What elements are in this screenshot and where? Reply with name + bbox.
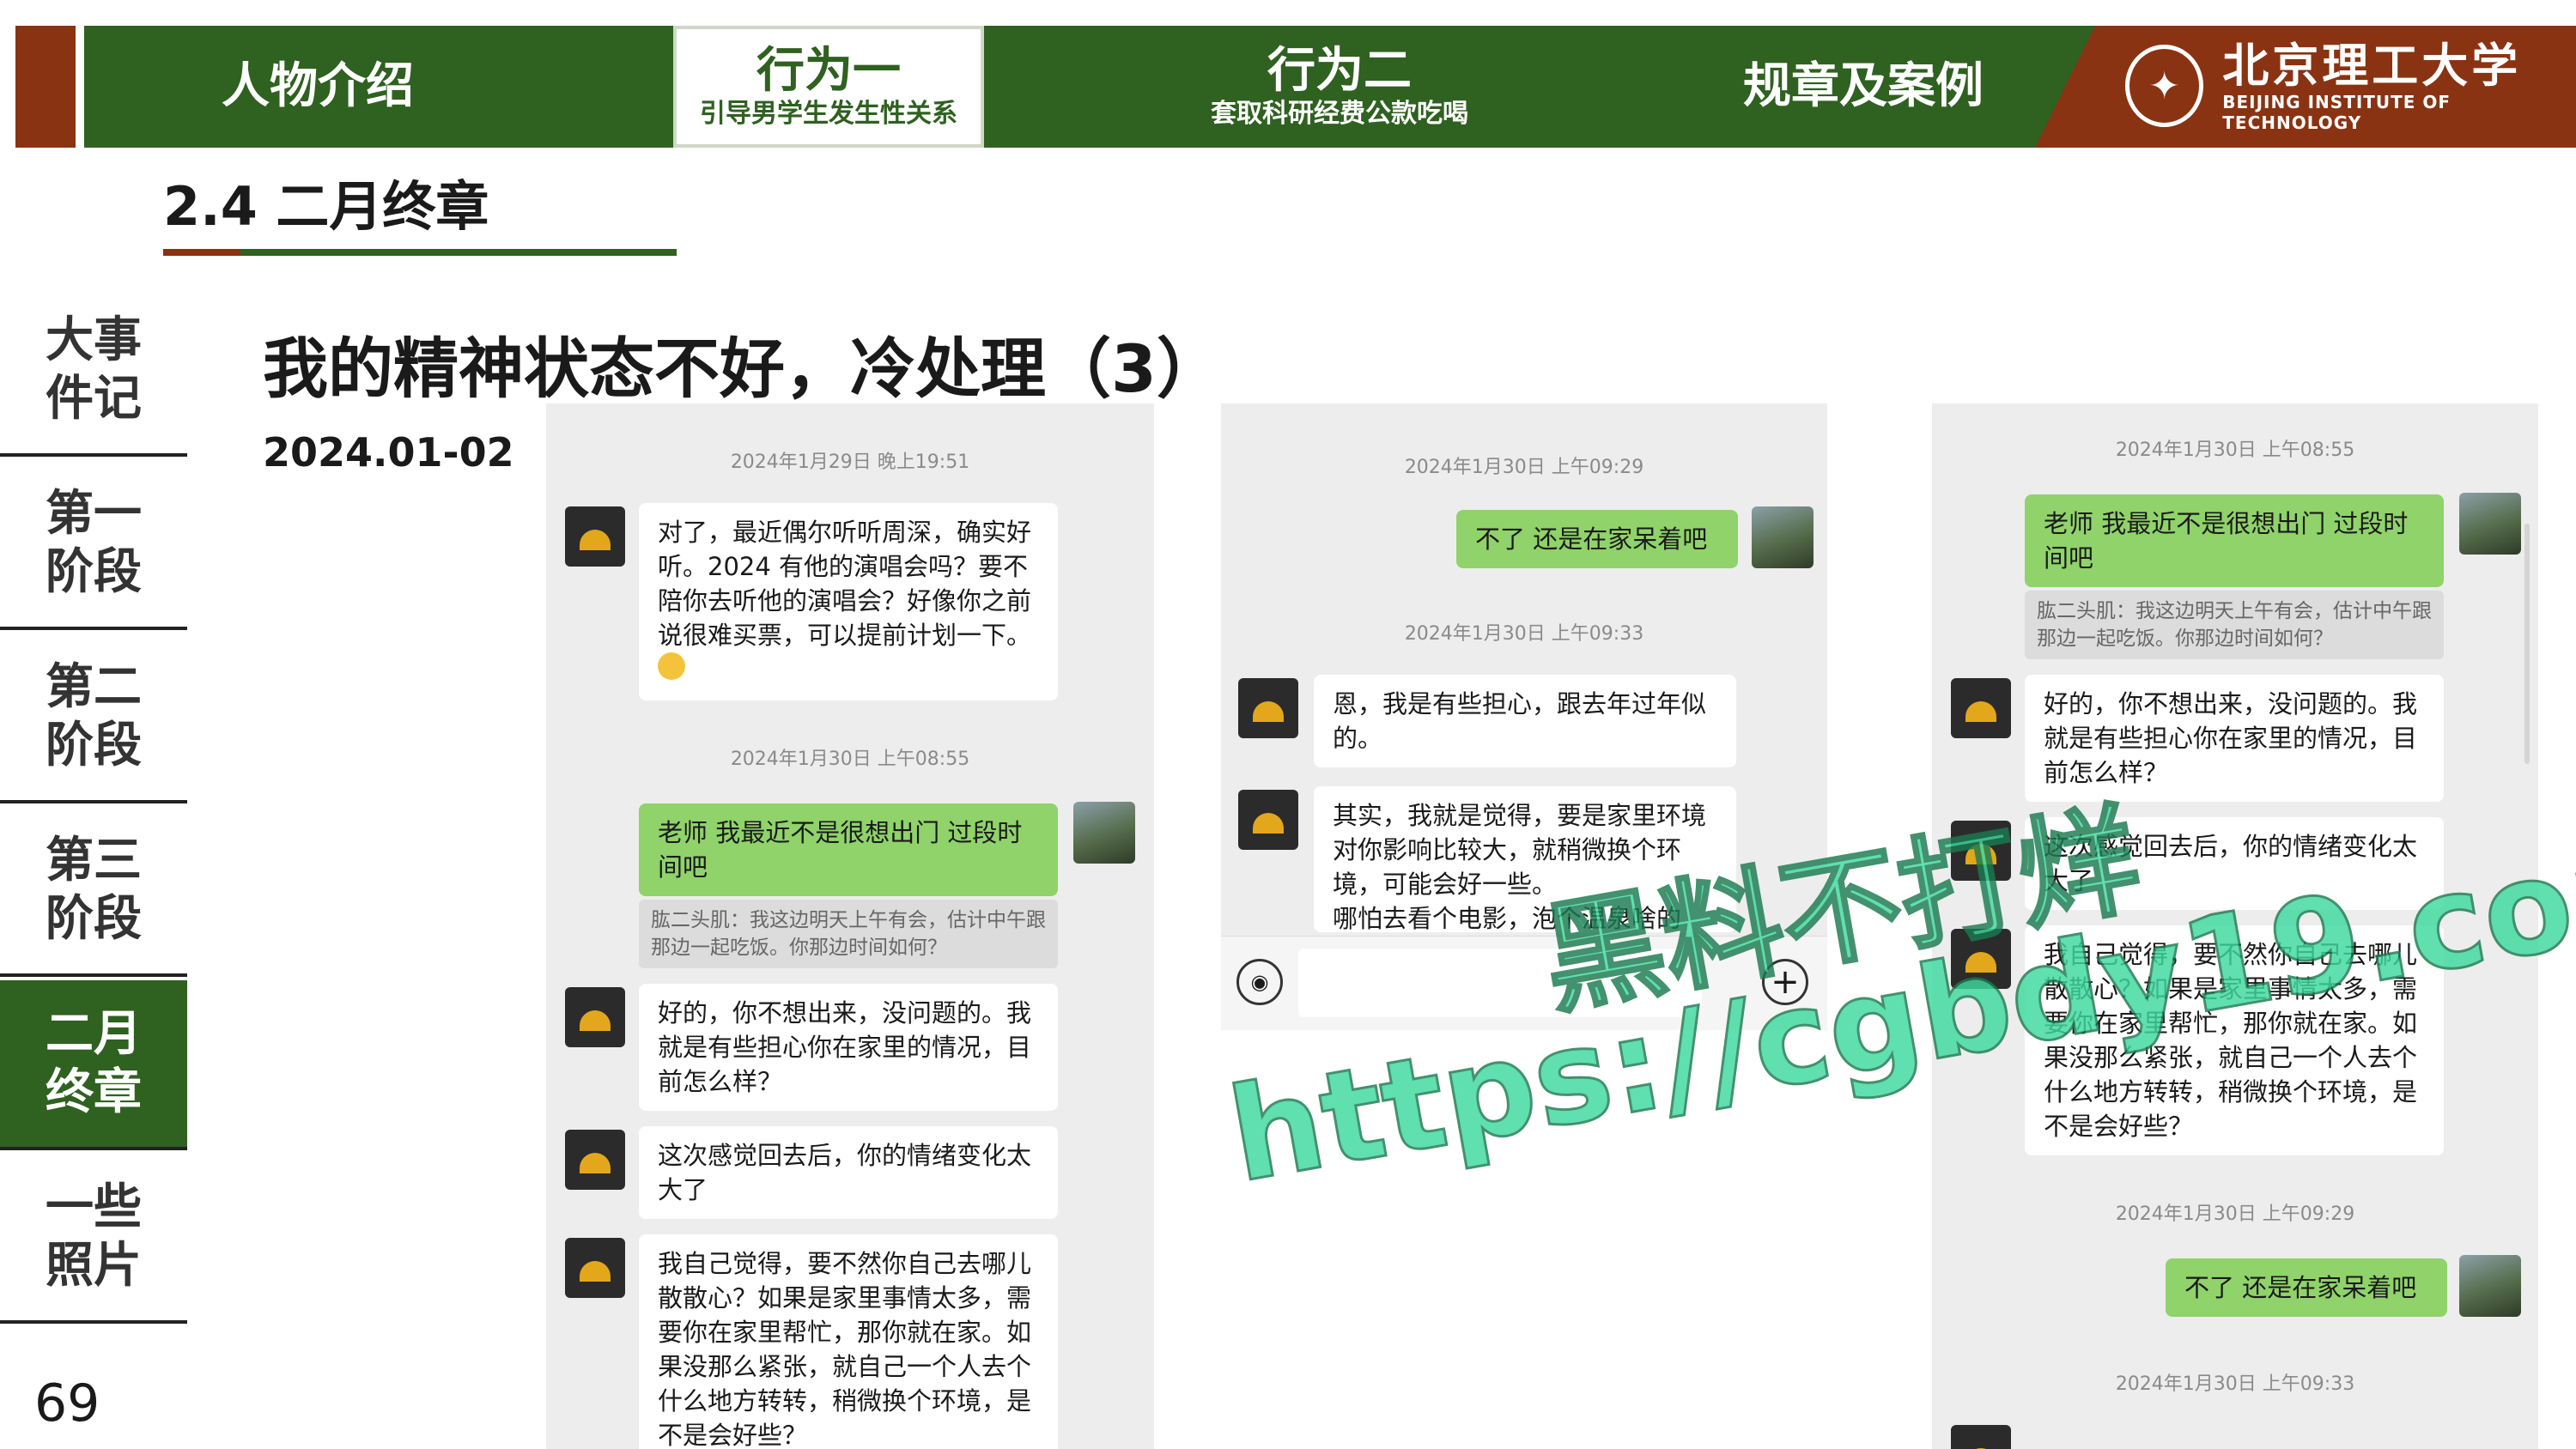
- nav-tab-label: 人物介绍: [222, 58, 414, 114]
- chat-timestamp: 2024年1月30日 上午09:29: [2115, 1203, 2355, 1225]
- sidebar-item-timeline[interactable]: 大事 件记: [0, 287, 187, 457]
- contact-avatar: [565, 506, 625, 567]
- nav-tab-label: 行为二: [1267, 43, 1412, 99]
- chat-timestamp: 2024年1月30日 上午09:29: [1404, 457, 1644, 478]
- sidebar-item-photos[interactable]: 一些 照片: [0, 1154, 187, 1324]
- nav-tab-sublabel: 引导男学生发生性关系: [700, 99, 957, 129]
- user-avatar: [2459, 1255, 2521, 1317]
- section-underline-accent: [163, 249, 240, 256]
- chat-message-outgoing: 不了 还是在家呆着吧: [2166, 1258, 2447, 1317]
- chat-message-incoming: 对了，最近偶尔听听周深，确实好听。2024 有他的演唱会吗？要不陪你去听他的演唱…: [639, 503, 1058, 700]
- contact-avatar: [1238, 790, 1298, 850]
- nav-tab-label: 规章及案例: [1743, 58, 1984, 114]
- logo-text: 北京理工大学 BEIJING INSTITUTE OF TECHNOLOGY: [2222, 39, 2576, 133]
- logo-name-cn: 北京理工大学: [2222, 38, 2522, 93]
- user-avatar: [1752, 506, 1814, 568]
- user-avatar: [2459, 493, 2521, 555]
- quoted-reply: 肱二头肌：我这边明天上午有会，估计中午跟那边一起吃饭。你那边时间如何？: [639, 900, 1058, 968]
- nav-tab-sublabel: 套取科研经费公款吃喝: [1211, 99, 1468, 129]
- sidebar-item-february-finale[interactable]: 二月 终章: [0, 980, 187, 1150]
- contact-avatar: [565, 1130, 625, 1190]
- user-avatar: [1073, 802, 1135, 864]
- slide-heading: 我的精神状态不好，冷处理（3）: [263, 330, 1222, 407]
- contact-avatar: [1951, 678, 2011, 738]
- voice-input-icon[interactable]: ◉: [1236, 959, 1283, 1005]
- chat-timestamp: 2024年1月30日 上午09:33: [1404, 623, 1644, 645]
- grin-emoji-icon: [658, 652, 685, 680]
- scrollbar[interactable]: [2524, 524, 2530, 764]
- slide-date: 2024.01-02: [263, 429, 514, 476]
- chat-message-incoming: 我自己觉得，要不然你自己去哪儿散散心？如果是家里事情太多，需要你在家里帮忙，那你…: [639, 1234, 1058, 1449]
- chat-message-outgoing: 老师 我最近不是很想出门 过段时间吧: [639, 803, 1058, 896]
- nav-tab-behavior-one[interactable]: 行为一 引导男学生发生性关系: [673, 26, 984, 148]
- chat-message-outgoing: 老师 我最近不是很想出门 过段时间吧: [2025, 494, 2444, 587]
- message-text: 对了，最近偶尔听听周深，确实好听。2024 有他的演唱会吗？要不陪你去听他的演唱…: [658, 518, 1032, 650]
- quoted-reply: 肱二头肌：我这边明天上午有会，估计中午跟那边一起吃饭。你那边时间如何？: [2025, 591, 2444, 659]
- header-left-accent: [15, 26, 76, 148]
- university-logo: ✦ 北京理工大学 BEIJING INSTITUTE OF TECHNOLOGY: [2125, 34, 2576, 137]
- contact-avatar: [1951, 1425, 2011, 1449]
- nav-tab-rules[interactable]: 规章及案例: [1709, 26, 2018, 148]
- chat-timestamp: 2024年1月30日 上午08:55: [2115, 440, 2355, 461]
- sidebar-item-stage-two[interactable]: 第二 阶段: [0, 634, 187, 803]
- contact-avatar: [1238, 678, 1298, 738]
- section-title: 2.4 二月终章: [163, 175, 489, 238]
- chat-screenshot-1: 2024年1月29日 晚上19:51 对了，最近偶尔听听周深，确实好听。2024…: [546, 403, 1154, 1449]
- sidebar-item-stage-one[interactable]: 第一 阶段: [0, 460, 187, 630]
- chat-message-incoming: 恩，我是有些担心，跟去年过年似的。: [1314, 675, 1736, 767]
- contact-avatar: [565, 1238, 625, 1298]
- nav-tab-people[interactable]: 人物介绍: [163, 26, 472, 148]
- page-number: 69: [34, 1373, 100, 1434]
- sidebar-item-stage-three[interactable]: 第三 阶段: [0, 807, 187, 977]
- logo-name-en: BEIJING INSTITUTE OF TECHNOLOGY: [2222, 92, 2451, 133]
- nav-tab-label: 行为一: [756, 43, 901, 99]
- chat-message-outgoing: 不了 还是在家呆着吧: [1456, 510, 1738, 568]
- chat-timestamp: 2024年1月30日 上午09:33: [2115, 1373, 2355, 1395]
- university-seal-icon: ✦: [2125, 45, 2204, 127]
- chat-message-incoming: 好的，你不想出来，没问题的。我就是有些担心你在家里的情况，目前怎么样？: [639, 984, 1058, 1111]
- chat-timestamp: 2024年1月30日 上午08:55: [730, 749, 970, 770]
- chat-message-incoming: 这次感觉回去后，你的情绪变化太大了: [639, 1126, 1058, 1219]
- nav-tab-behavior-two[interactable]: 行为二 套取科研经费公款吃喝: [1142, 26, 1537, 148]
- contact-avatar: [565, 987, 625, 1047]
- chat-timestamp: 2024年1月29日 晚上19:51: [730, 452, 970, 473]
